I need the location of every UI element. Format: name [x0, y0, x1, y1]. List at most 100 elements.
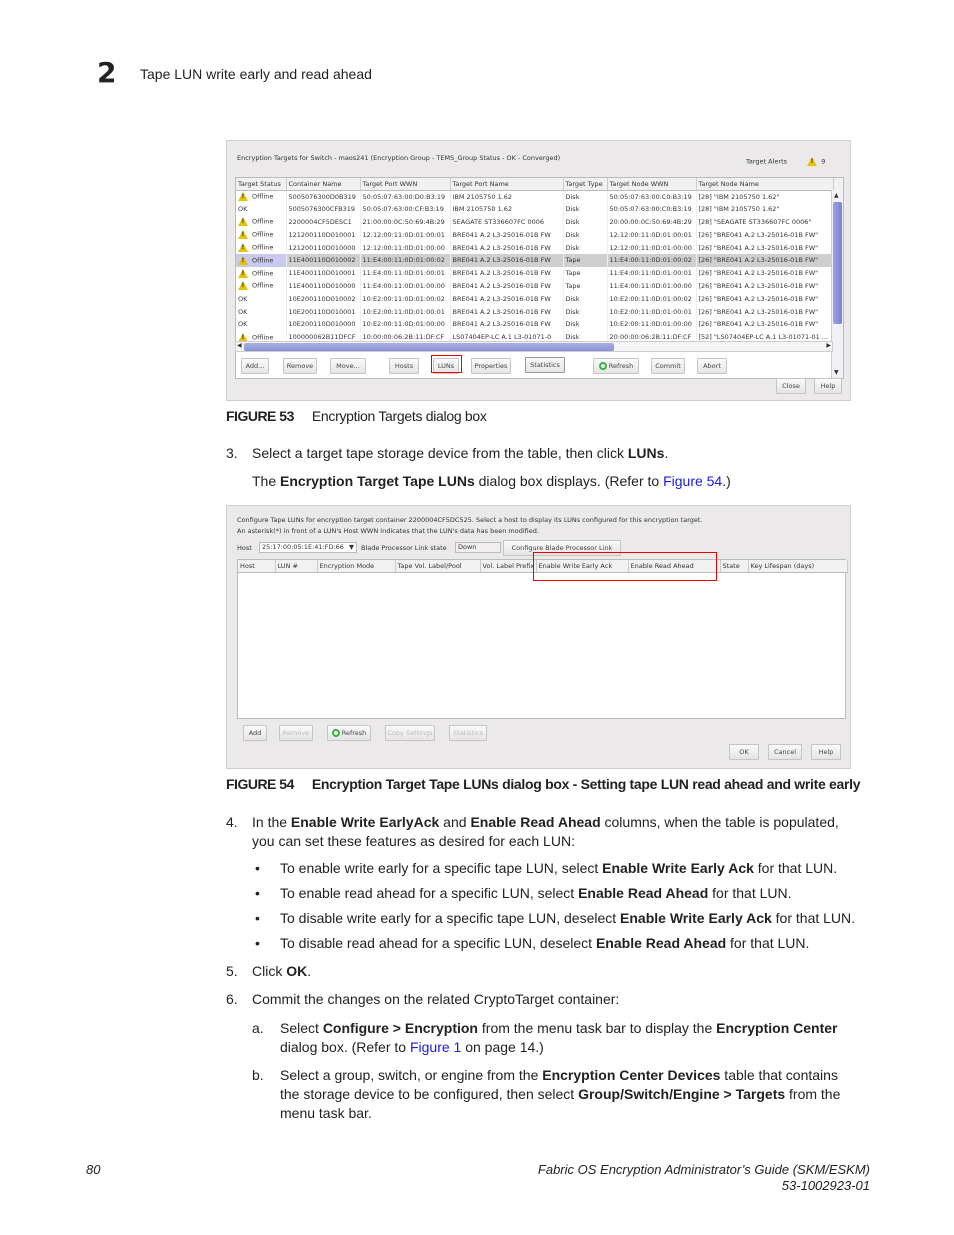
table-row[interactable]: OK 10E200110D010002 10:E2:00:11:0D:01:00:0…	[236, 292, 843, 306]
status-cell: OK	[236, 305, 287, 318]
refresh-icon	[331, 729, 340, 737]
running-head: Tape LUN write early and read ahead	[140, 66, 372, 82]
commit-button[interactable]: Commit	[651, 358, 685, 374]
node-name-cell: [26] "BRE041 A.2 L3-25016-01B FW"	[696, 228, 834, 242]
status-cell: OK	[236, 292, 287, 306]
remove-button[interactable]: Remove	[279, 725, 313, 741]
target-alerts[interactable]: Target Alerts 9	[746, 157, 825, 166]
properties-button[interactable]: Properties	[471, 358, 511, 374]
step-4-text: In the Enable Write EarlyAck and Enable …	[252, 813, 872, 851]
close-button[interactable]: Close	[776, 378, 806, 394]
node-name-cell: [28] "IBM 2105750 1.62"	[696, 190, 834, 203]
column-header[interactable]: Encryption Mode	[317, 560, 396, 573]
bullet-item: To disable write early for a specific ta…	[280, 909, 855, 928]
status-cell: Offline	[236, 215, 287, 229]
scroll-thumb[interactable]	[244, 343, 614, 351]
status-text: OK	[238, 307, 248, 316]
table-row[interactable]: OK 10E200110D010000 10:E2:00:11:0D:01:00:0…	[236, 317, 843, 331]
column-header[interactable]: Target Port Name	[450, 178, 564, 191]
cancel-button[interactable]: Cancel	[768, 744, 802, 760]
scroll-right-icon[interactable]: ▶	[826, 342, 831, 349]
column-header[interactable]: Target Port WWN	[360, 178, 451, 191]
remove-button[interactable]: Remove	[283, 358, 317, 374]
text: from the	[785, 1086, 841, 1102]
status-cell: Offline	[236, 253, 287, 267]
horizontal-scrollbar[interactable]: ◀ ▶	[235, 341, 833, 352]
status-cell: Offline	[236, 266, 287, 280]
type-cell: Disk	[563, 228, 608, 242]
type-cell: Disk	[563, 215, 608, 229]
column-header[interactable]: Host	[238, 560, 276, 573]
bullet-icon: •	[255, 935, 260, 951]
column-header[interactable]: Vol. Label Prefix	[480, 560, 537, 573]
text: dialog box displays. (Refer to	[474, 473, 664, 489]
text: for that LUN.	[753, 860, 838, 876]
copy-settings-button[interactable]: Copy Settings	[385, 725, 435, 741]
type-cell: Disk	[563, 202, 608, 216]
ui-term: OK	[286, 963, 308, 979]
move-button[interactable]: Move...	[330, 358, 366, 374]
scroll-down-icon[interactable]: ▼	[834, 369, 839, 376]
column-header[interactable]: Target Node Name	[696, 178, 834, 191]
host-select[interactable]: 25:17:00:05:1E:41:FD:66 ▼	[259, 542, 357, 553]
help-button[interactable]: Help	[814, 378, 842, 394]
column-header[interactable]: Target Status	[236, 178, 287, 191]
step-number: 3.	[226, 445, 238, 461]
column-header[interactable]: Target Node WWN	[607, 178, 697, 191]
column-header[interactable]: State	[720, 560, 749, 573]
port-name-cell: IBM 2105750 1.62	[450, 202, 564, 216]
status-text: OK	[238, 205, 248, 214]
text: from the menu task bar to display the	[478, 1020, 717, 1036]
ok-button[interactable]: OK	[729, 744, 759, 760]
column-header[interactable]: Target Type	[563, 178, 608, 191]
abort-button[interactable]: Abort	[697, 358, 727, 374]
scroll-thumb[interactable]	[833, 202, 842, 324]
hosts-button[interactable]: Hosts	[389, 358, 419, 374]
table-row[interactable]: Offline11E400110D01000011:E4:00:11:0D:01…	[236, 279, 843, 293]
refresh-button[interactable]: Refresh	[327, 725, 371, 741]
column-header[interactable]: LUN #	[275, 560, 318, 573]
scroll-left-icon[interactable]: ◀	[237, 342, 242, 349]
figure-54-link[interactable]: Figure 54	[663, 473, 722, 489]
container-cell: 121200110D010001	[286, 228, 361, 242]
table-row[interactable]: Offline 2200004CF5DESC121:00:00:0C:50:69:…	[236, 215, 843, 229]
warning-icon	[238, 268, 248, 278]
port-wwn-cell: 10:E2:00:11:0D:01:00:02	[360, 292, 451, 306]
port-name-cell: BRE041 A.2 L3-25016-01B FW	[450, 241, 564, 254]
help-button[interactable]: Help	[811, 744, 841, 760]
doc-number: 53-1002923-01	[781, 1178, 870, 1193]
port-name-cell: BRE041 A.2 L3-25016-01B FW	[450, 253, 564, 267]
figure-caption-text: Encryption Targets dialog box	[311, 408, 487, 424]
table-row[interactable]: Offline 5005076300D0B31950:05:07:63:00:D0…	[236, 190, 843, 203]
container-cell: 11E400110D010000	[286, 279, 361, 293]
column-header-spacer	[833, 178, 843, 191]
figure-label: FIGURE 54	[226, 776, 294, 792]
port-wwn-cell: 11:E4:00:11:0D:01:00:00	[360, 279, 451, 293]
scroll-up-icon[interactable]: ▲	[834, 192, 839, 199]
table-row[interactable]: OK 10E200110D010001 10:E2:00:11:0D:01:00:0…	[236, 305, 843, 318]
statistics-button[interactable]: Statistics	[449, 725, 487, 741]
type-cell: Disk	[563, 292, 608, 306]
table-row[interactable]: Offline121200110D01000012:12:00:11:0D:01…	[236, 241, 843, 254]
column-header[interactable]: Key Lifespan (days)	[748, 560, 848, 573]
table-row[interactable]: Offline11E400110D01000111:E4:00:11:0D:01…	[236, 266, 843, 280]
add-button[interactable]: Add	[243, 725, 267, 741]
column-header[interactable]: Tape Vol. Label/Pool	[395, 560, 481, 573]
table-row[interactable]: OK 5005076300CFB319 50:05:07:63:00:CF:B3:1…	[236, 202, 843, 216]
text: .	[664, 445, 669, 461]
figure-1-link[interactable]: Figure 1	[410, 1039, 461, 1055]
ui-term: Encryption Target Tape LUNs	[280, 473, 475, 489]
target-alerts-label: Target Alerts	[746, 157, 788, 166]
statistics-button[interactable]: Statistics	[525, 357, 565, 373]
ui-term: Enable Write Early Ack	[620, 910, 772, 926]
chapter-number: 2	[97, 56, 117, 89]
blade-link-label: Blade Processor Link state	[361, 544, 447, 552]
type-cell: Disk	[563, 305, 608, 318]
table-row[interactable]: Offline11E400110D01000211:E4:00:11:0D:01…	[236, 253, 843, 267]
refresh-button[interactable]: Refresh	[593, 358, 639, 374]
column-header[interactable]: Container Name	[286, 178, 361, 191]
text: To disable write early for a specific ta…	[280, 910, 621, 926]
add-button[interactable]: Add...	[241, 358, 269, 374]
table-row[interactable]: Offline121200110D01000112:12:00:11:0D:01…	[236, 228, 843, 242]
substep-b-text: Select a group, switch, or engine from t…	[280, 1066, 880, 1123]
